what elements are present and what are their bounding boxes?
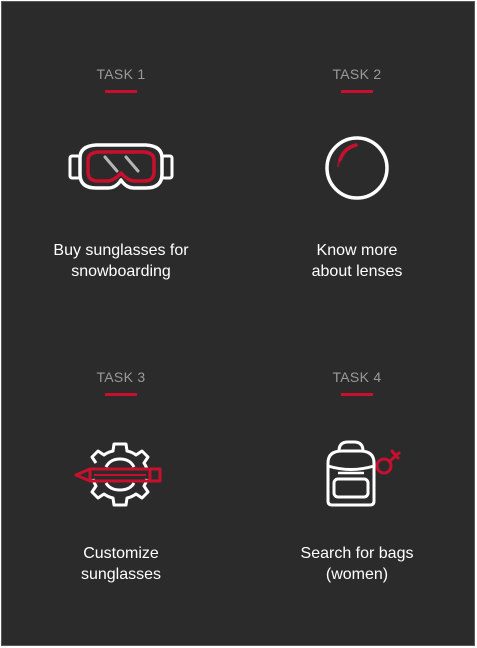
task-underline bbox=[105, 90, 137, 93]
task-label: TASK 1 bbox=[96, 66, 146, 82]
task-title: Customize sunglasses bbox=[2, 543, 240, 585]
task-label: TASK 2 bbox=[332, 66, 382, 82]
task-label: TASK 4 bbox=[332, 369, 382, 385]
task-card-3[interactable]: TASK 3 Customize sunglasses bbox=[2, 305, 240, 605]
task-title-line: sunglasses bbox=[80, 566, 162, 583]
task-title: Know more about lenses bbox=[238, 240, 476, 282]
task-title-line: Know more bbox=[316, 242, 398, 259]
task-card-2[interactable]: TASK 2 Know more about lenses bbox=[238, 2, 476, 302]
task-panel: TASK 1 Buy sunglasses for snowboarding T… bbox=[1, 1, 475, 646]
task-title-line: snowboarding bbox=[71, 263, 171, 280]
task-title-line: about lenses bbox=[311, 263, 403, 280]
gear-pencil-icon bbox=[66, 433, 176, 513]
backpack-female-icon bbox=[302, 433, 412, 513]
task-underline bbox=[341, 90, 373, 93]
goggles-icon bbox=[66, 130, 176, 210]
task-underline bbox=[341, 393, 373, 396]
task-title-line: Buy sunglasses for bbox=[53, 242, 189, 259]
task-card-1[interactable]: TASK 1 Buy sunglasses for snowboarding bbox=[2, 2, 240, 302]
task-title: Buy sunglasses for snowboarding bbox=[2, 240, 240, 282]
task-label: TASK 3 bbox=[96, 369, 146, 385]
task-title-line: (women) bbox=[325, 566, 389, 583]
lens-icon bbox=[302, 130, 412, 210]
task-title: Search for bags (women) bbox=[238, 543, 476, 585]
task-title-line: Customize bbox=[83, 545, 159, 562]
task-title-line: Search for bags bbox=[300, 545, 414, 562]
task-card-4[interactable]: TASK 4 Search for bags (women) bbox=[238, 305, 476, 605]
task-underline bbox=[105, 393, 137, 396]
